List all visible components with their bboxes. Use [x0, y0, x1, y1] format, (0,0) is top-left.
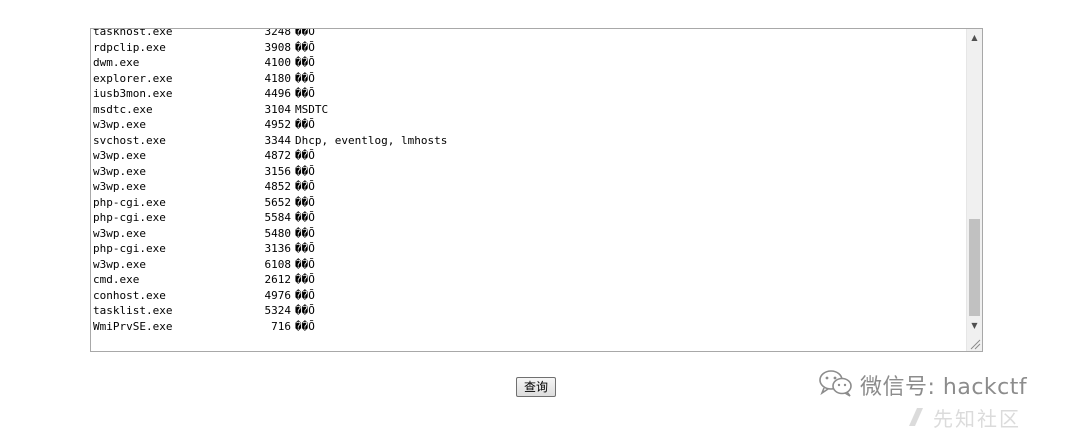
process-pid: 5652 — [264, 195, 292, 209]
process-name: WmiPrvSE.exe — [93, 319, 173, 333]
process-name: w3wp.exe — [93, 180, 146, 193]
process-row: tasklist.exe 5324 ��Ō — [93, 303, 963, 319]
scroll-up-arrow-icon[interactable]: ▲ — [967, 29, 982, 46]
process-pid: 4872 — [264, 149, 292, 162]
tasklist-output-textarea[interactable]: taskhost.exe 3248 ��Ō rdpclip.exe 3908 ��Ō dwm… — [90, 28, 983, 352]
process-name: php-cgi.exe — [93, 211, 166, 224]
process-services: ��Ō — [295, 257, 315, 271]
process-pid: 4100 — [264, 56, 292, 69]
process-row: w3wp.exe 4872 ��Ō — [93, 148, 963, 164]
process-row: cmd.exe 2612 ��Ō — [93, 272, 963, 288]
process-services: ��Ō — [295, 273, 315, 286]
process-pid: 5584 — [264, 211, 292, 224]
process-row: w3wp.exe 4952 ��Ō — [93, 117, 963, 133]
vertical-scrollbar[interactable]: ▲ ▼ — [966, 29, 982, 351]
process-pid: 3248 — [264, 28, 292, 38]
process-name: explorer.exe — [93, 71, 173, 85]
process-pid: 5480 — [264, 226, 292, 240]
process-name: w3wp.exe — [93, 226, 146, 240]
process-row: w3wp.exe 3156 ��Ō — [93, 164, 963, 180]
process-row: iusb3mon.exe 4496 ��Ō — [93, 86, 963, 102]
process-row: php-cgi.exe 5652 ��Ō — [93, 195, 963, 211]
process-name: tasklist.exe — [93, 304, 173, 317]
process-pid: 4976 — [264, 288, 292, 302]
process-name: msdtc.exe — [93, 102, 153, 116]
xianzhi-watermark: 先知社区 — [905, 404, 1021, 431]
process-name: taskhost.exe — [93, 28, 173, 38]
process-services: ��Ō — [295, 87, 315, 100]
process-name: cmd.exe — [93, 273, 140, 286]
process-name: conhost.exe — [93, 288, 166, 302]
process-row: taskhost.exe 3248 ��Ō — [93, 28, 963, 40]
resize-grip-icon[interactable] — [967, 336, 981, 350]
xianzhi-text: 先知社区 — [933, 406, 1021, 431]
query-button[interactable]: 查询 — [516, 377, 556, 397]
process-pid: 4852 — [264, 180, 292, 193]
wechat-watermark: 微信号: hackctf — [818, 368, 1027, 402]
process-services: ��Ō — [295, 211, 315, 224]
process-name: w3wp.exe — [93, 149, 146, 162]
scroll-down-arrow-icon[interactable]: ▼ — [967, 317, 982, 334]
process-services: ��Ō — [295, 242, 315, 255]
process-pid: 4180 — [264, 71, 292, 85]
process-row: w3wp.exe 5480 ��Ō — [93, 226, 963, 242]
process-row: svchost.exe 3344 Dhcp, eventlog, lmhosts — [93, 133, 963, 149]
process-row: conhost.exe 4976 ��Ō — [93, 288, 963, 304]
process-services: ��Ō — [295, 164, 315, 178]
process-pid: 3908 — [264, 40, 292, 54]
process-services: ��Ō — [295, 40, 315, 54]
process-row: php-cgi.exe 5584 ��Ō — [93, 210, 963, 226]
process-services: ��Ō — [295, 56, 315, 69]
process-pid: 716 — [271, 319, 291, 333]
process-services: ��Ō — [295, 319, 315, 333]
process-name: iusb3mon.exe — [93, 87, 173, 100]
xianzhi-logo-icon — [905, 406, 927, 428]
process-name: php-cgi.exe — [93, 195, 166, 209]
process-services: ��Ō — [295, 195, 315, 209]
process-services: Dhcp, eventlog, lmhosts — [295, 133, 448, 147]
process-services: ��Ō — [295, 118, 315, 131]
process-name: w3wp.exe — [93, 257, 146, 271]
process-pid: 3136 — [264, 242, 292, 255]
process-row: WmiPrvSE.exe 716 ��Ō — [93, 319, 963, 335]
process-services: ��Ō — [295, 288, 315, 302]
process-name: w3wp.exe — [93, 118, 146, 131]
process-services: ��Ō — [295, 304, 315, 317]
process-pid: 4496 — [264, 87, 292, 100]
process-row: w3wp.exe 4852 ��Ō — [93, 179, 963, 195]
process-row: rdpclip.exe 3908 ��Ō — [93, 40, 963, 56]
process-services: MSDTC — [295, 102, 329, 116]
process-list: taskhost.exe 3248 ��Ō rdpclip.exe 3908 ��Ō dwm… — [93, 28, 963, 335]
wechat-id-text: 微信号: hackctf — [860, 375, 1028, 400]
wechat-icon — [818, 369, 854, 401]
process-row: msdtc.exe 3104 MSDTC — [93, 102, 963, 118]
process-services: ��Ō — [295, 226, 315, 240]
process-services: ��Ō — [295, 71, 315, 85]
process-name: dwm.exe — [93, 56, 140, 69]
process-name: svchost.exe — [93, 133, 166, 147]
process-row: w3wp.exe 6108 ��Ō — [93, 257, 963, 273]
process-services: ��Ō — [295, 180, 315, 193]
process-services: ��Ō — [295, 149, 315, 162]
process-pid: 6108 — [264, 257, 292, 271]
process-pid: 3344 — [264, 133, 292, 147]
process-pid: 2612 — [264, 273, 292, 286]
process-pid: 5324 — [264, 304, 292, 317]
process-pid: 4952 — [264, 118, 292, 131]
process-name: rdpclip.exe — [93, 40, 166, 54]
scrollbar-thumb[interactable] — [969, 219, 980, 316]
process-row: php-cgi.exe 3136 ��Ō — [93, 241, 963, 257]
process-row: dwm.exe 4100 ��Ō — [93, 55, 963, 71]
process-pid: 3156 — [264, 164, 292, 178]
process-pid: 3104 — [264, 102, 292, 116]
process-services: ��Ō — [295, 28, 315, 38]
process-name: w3wp.exe — [93, 164, 146, 178]
process-name: php-cgi.exe — [93, 242, 166, 255]
process-row: explorer.exe 4180 ��Ō — [93, 71, 963, 87]
